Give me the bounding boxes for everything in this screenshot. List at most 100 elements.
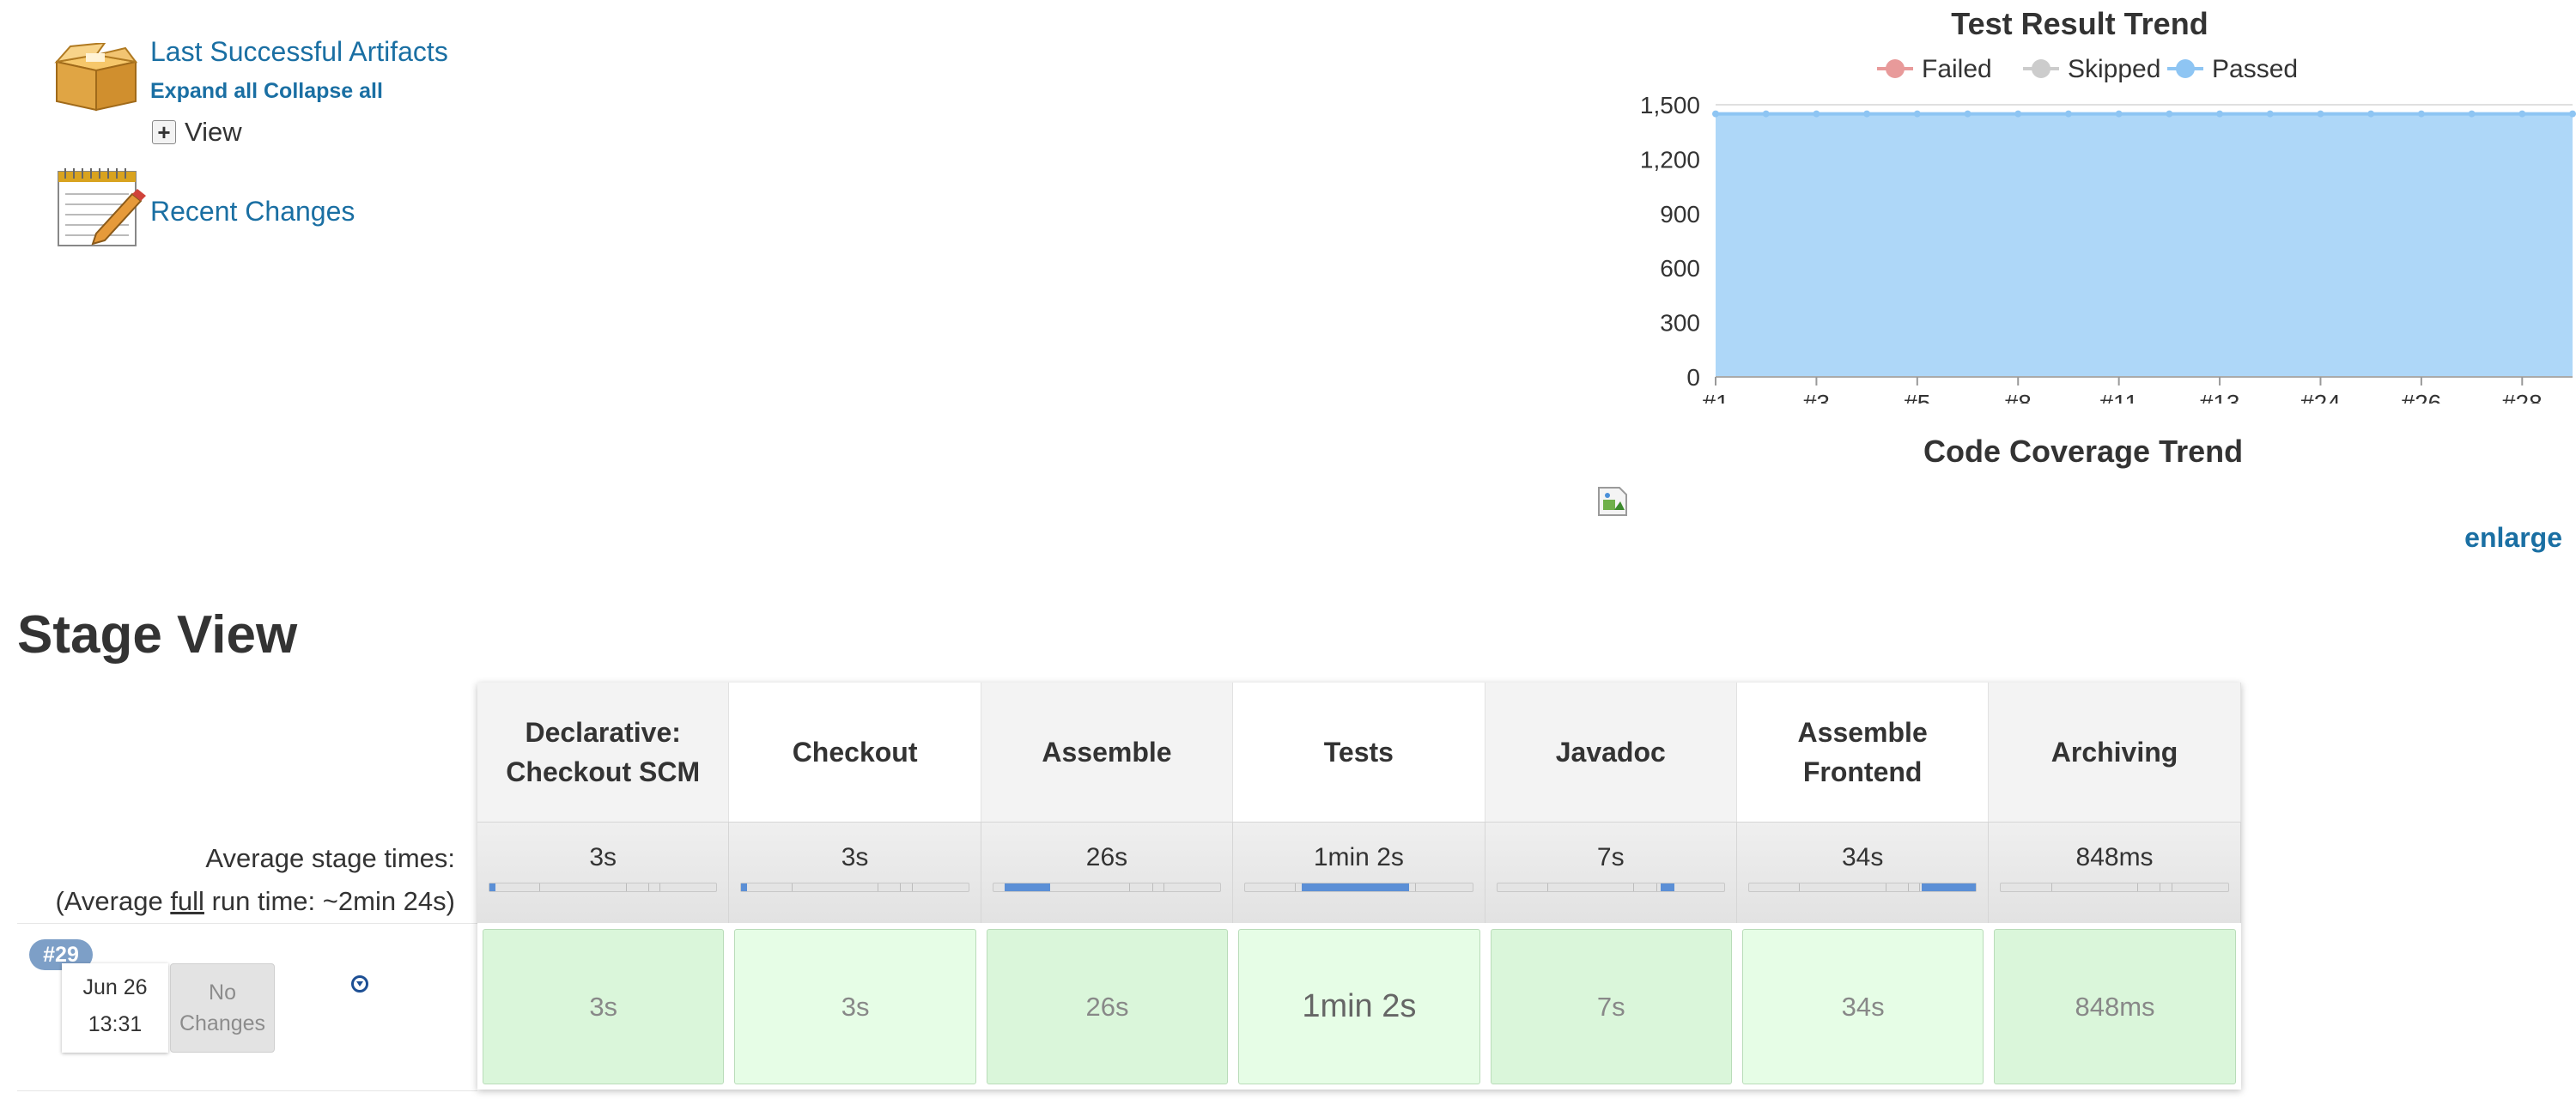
stage-run-cell[interactable]: 7s: [1485, 923, 1737, 1090]
enlarge-link[interactable]: enlarge: [2464, 522, 2562, 554]
full-run-link[interactable]: full: [170, 886, 204, 916]
legend-item-skipped[interactable]: Skipped: [2023, 55, 2160, 83]
x-tick-label: #28: [2502, 390, 2543, 404]
avg-stage-times-text: Average stage times:: [205, 843, 455, 873]
stage-run-duration[interactable]: 26s: [986, 929, 1229, 1084]
stage-average-time: 7s: [1596, 843, 1625, 871]
chart-area: [1712, 110, 2576, 378]
view-label: View: [185, 117, 242, 147]
stage-average-bar: [740, 883, 969, 892]
notepad-icon: [58, 168, 146, 246]
x-tick-label: #5: [1904, 390, 1930, 404]
stage-run-duration[interactable]: 7s: [1490, 929, 1732, 1084]
passed-area: [1716, 113, 2573, 378]
build-row[interactable]: #29 Jun 26 13:31 No Changes: [17, 923, 477, 1091]
expand-all-link[interactable]: Expand all: [150, 79, 258, 103]
broken-image-icon: [1598, 487, 1627, 516]
average-times-label: Average stage times: (Average full run t…: [55, 837, 455, 922]
passed-point[interactable]: [2166, 110, 2173, 118]
stage-average-bar: [489, 883, 718, 892]
code-coverage-title: Code Coverage Trend: [1923, 434, 2244, 469]
stage-run-cell[interactable]: 848ms: [1989, 923, 2240, 1090]
expand-collapse-links: Expand all Collapse all: [150, 79, 383, 104]
stage-run-duration[interactable]: 848ms: [1994, 929, 2236, 1084]
no-changes-box[interactable]: No Changes: [170, 963, 275, 1053]
expand-plus-icon[interactable]: +: [152, 120, 176, 144]
build-time: 13:31: [88, 1012, 143, 1036]
x-tick-label: #11: [2099, 390, 2138, 404]
stage-header-7: Archiving: [1989, 683, 2241, 822]
x-tick-label: #24: [2300, 390, 2341, 404]
stage-average-cell: 3s: [729, 823, 981, 924]
package-icon: [54, 43, 138, 112]
passed-point[interactable]: [2317, 110, 2324, 118]
stage-run-duration[interactable]: 3s: [483, 929, 725, 1084]
passed-point[interactable]: [2468, 110, 2476, 118]
stage-header-6: Assemble Frontend: [1736, 683, 1990, 822]
chart-legend[interactable]: Failed Skipped Passed: [1877, 55, 2298, 83]
stage-run-duration[interactable]: 1min 2s: [1238, 929, 1480, 1084]
x-tick-label: #26: [2402, 390, 2442, 404]
y-tick-label: 1,200: [1640, 146, 1700, 173]
y-tick-label: 0: [1686, 364, 1700, 391]
x-tick-label: #8: [2005, 390, 2032, 404]
stage-header-2: Checkout: [729, 683, 981, 822]
stage-average-time: 1min 2s: [1313, 843, 1404, 871]
last-successful-artifacts-link[interactable]: Last Successful Artifacts: [150, 36, 448, 68]
legend-label: Failed: [1922, 55, 1992, 83]
chart-title: Test Result Trend: [1951, 6, 2208, 41]
stage-average-bar: [1747, 883, 1978, 892]
stage-run-cell[interactable]: 3s: [729, 923, 981, 1090]
stage-average-time: 3s: [841, 843, 869, 871]
stage-average-cell: 34s: [1737, 823, 1990, 924]
build-date-box: Jun 26 13:31: [62, 963, 168, 1053]
passed-point[interactable]: [1712, 110, 1719, 118]
stage-header-5: Javadoc: [1485, 683, 1737, 822]
passed-point[interactable]: [2014, 110, 2022, 118]
x-tick-label: #3: [1803, 390, 1830, 404]
passed-point[interactable]: [1762, 110, 1770, 118]
stage-average-time: 3s: [589, 843, 617, 871]
stage-run-cell[interactable]: 1min 2s: [1233, 923, 1485, 1090]
no-changes-text: No Changes: [179, 980, 266, 1035]
passed-point[interactable]: [2518, 110, 2526, 118]
collapse-all-link[interactable]: Collapse all: [264, 79, 383, 103]
stage-run-cell[interactable]: 34s: [1737, 923, 1989, 1090]
recent-changes-link[interactable]: Recent Changes: [150, 196, 355, 228]
test-result-trend-chart[interactable]: Test Result Trend Failed Skipped Passed 0 3…: [1597, 0, 2576, 404]
stage-average-bar: [2000, 883, 2229, 892]
download-icon[interactable]: [351, 975, 368, 993]
passed-point[interactable]: [1813, 110, 1820, 118]
stage-run-row: 3s 3s 26s 1min 2s 7s 34s 848ms: [477, 923, 2241, 1090]
legend-item-passed[interactable]: Passed: [2167, 55, 2298, 83]
stage-header-row: Declarative: Checkout SCM Checkout Assembl…: [477, 683, 2241, 822]
stage-average-bar: [1496, 883, 1725, 892]
passed-point[interactable]: [2367, 110, 2375, 118]
passed-point[interactable]: [2064, 110, 2072, 118]
passed-point[interactable]: [2417, 110, 2425, 118]
passed-point[interactable]: [2216, 110, 2224, 118]
stage-average-time: 26s: [1085, 843, 1128, 871]
x-tick-label: #1: [1702, 390, 1728, 404]
stage-run-cell[interactable]: 3s: [477, 923, 729, 1090]
stage-run-cell[interactable]: 26s: [981, 923, 1233, 1090]
passed-point[interactable]: [2115, 110, 2123, 118]
stage-run-duration[interactable]: 3s: [734, 929, 976, 1084]
passed-point[interactable]: [1863, 110, 1871, 118]
stage-header-3: Assemble: [981, 683, 1234, 822]
passed-point[interactable]: [2569, 110, 2576, 118]
stage-average-bar: [992, 883, 1222, 892]
passed-point[interactable]: [2266, 110, 2274, 118]
stage-run-duration[interactable]: 34s: [1741, 929, 1984, 1084]
stage-average-cell: 1min 2s: [1233, 823, 1485, 924]
legend-item-failed[interactable]: Failed: [1877, 55, 1992, 83]
passed-point[interactable]: [1964, 110, 1971, 118]
y-tick-label: 900: [1660, 201, 1700, 228]
passed-point[interactable]: [1913, 110, 1921, 118]
stage-average-time: 848ms: [2075, 843, 2154, 871]
y-tick-label: 1,500: [1640, 92, 1700, 118]
x-tick-label: #13: [2200, 390, 2240, 404]
stage-view-title: Stage View: [17, 605, 298, 665]
artifact-tree-view[interactable]: + View: [152, 117, 242, 148]
build-date: Jun 26: [82, 975, 148, 999]
